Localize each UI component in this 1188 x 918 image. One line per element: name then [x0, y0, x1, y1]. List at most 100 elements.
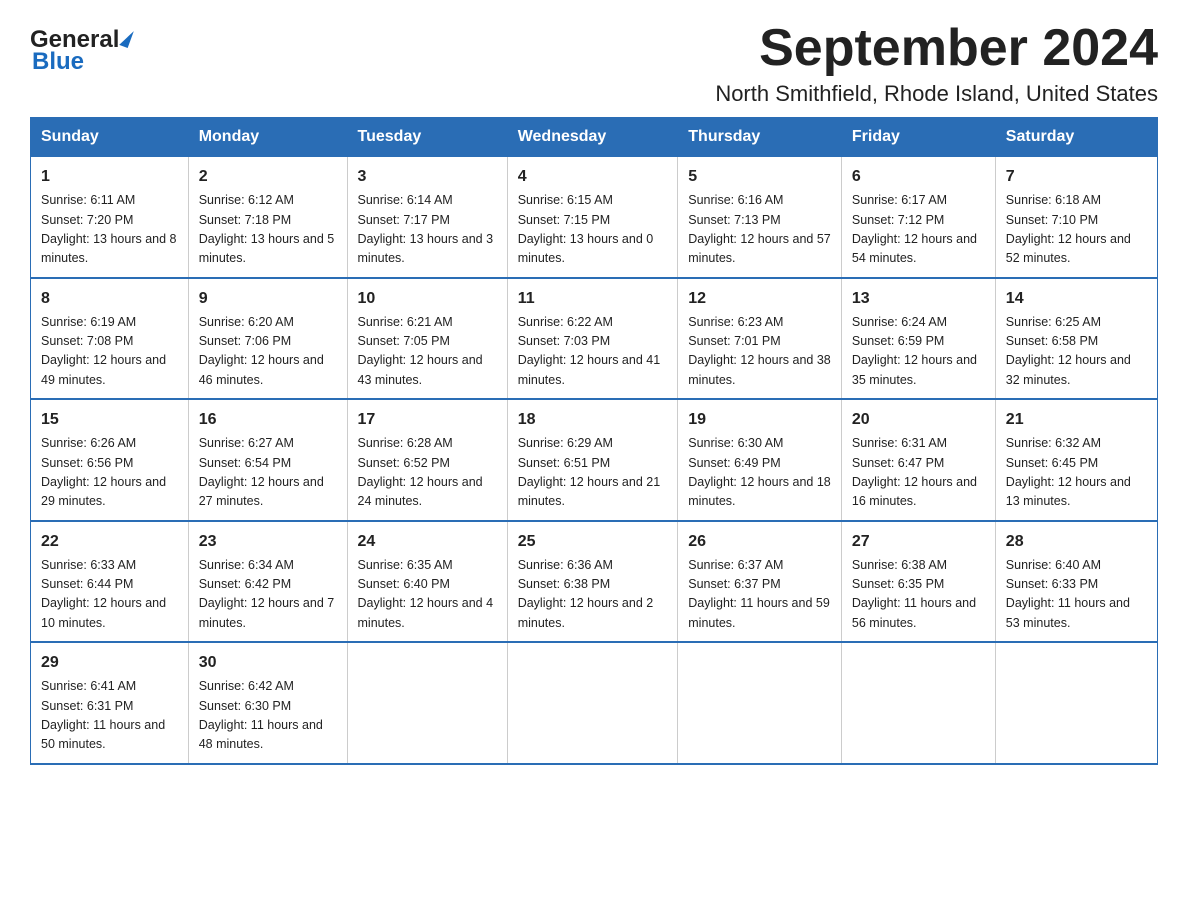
col-saturday: Saturday [995, 118, 1157, 157]
page-header: General Blue September 2024 North Smithf… [30, 20, 1158, 107]
logo: General Blue [30, 28, 131, 74]
logo-blue-text: Blue [32, 50, 131, 74]
table-row [507, 642, 678, 764]
day-number: 20 [852, 408, 985, 432]
day-info: Sunrise: 6:32 AMSunset: 6:45 PMDaylight:… [1006, 434, 1147, 512]
table-row: 26Sunrise: 6:37 AMSunset: 6:37 PMDayligh… [678, 521, 842, 643]
calendar-week-row: 8Sunrise: 6:19 AMSunset: 7:08 PMDaylight… [31, 278, 1158, 400]
day-info: Sunrise: 6:20 AMSunset: 7:06 PMDaylight:… [199, 313, 337, 391]
day-number: 1 [41, 165, 178, 189]
table-row: 14Sunrise: 6:25 AMSunset: 6:58 PMDayligh… [995, 278, 1157, 400]
col-sunday: Sunday [31, 118, 189, 157]
day-info: Sunrise: 6:24 AMSunset: 6:59 PMDaylight:… [852, 313, 985, 391]
day-number: 5 [688, 165, 831, 189]
table-row: 2Sunrise: 6:12 AMSunset: 7:18 PMDaylight… [188, 157, 347, 278]
day-info: Sunrise: 6:26 AMSunset: 6:56 PMDaylight:… [41, 434, 178, 512]
table-row: 25Sunrise: 6:36 AMSunset: 6:38 PMDayligh… [507, 521, 678, 643]
calendar-title: September 2024 [715, 20, 1158, 77]
day-info: Sunrise: 6:27 AMSunset: 6:54 PMDaylight:… [199, 434, 337, 512]
day-info: Sunrise: 6:15 AMSunset: 7:15 PMDaylight:… [518, 191, 668, 269]
day-info: Sunrise: 6:23 AMSunset: 7:01 PMDaylight:… [688, 313, 831, 391]
day-info: Sunrise: 6:34 AMSunset: 6:42 PMDaylight:… [199, 556, 337, 634]
table-row: 23Sunrise: 6:34 AMSunset: 6:42 PMDayligh… [188, 521, 347, 643]
day-info: Sunrise: 6:17 AMSunset: 7:12 PMDaylight:… [852, 191, 985, 269]
day-number: 17 [358, 408, 497, 432]
day-info: Sunrise: 6:30 AMSunset: 6:49 PMDaylight:… [688, 434, 831, 512]
table-row: 21Sunrise: 6:32 AMSunset: 6:45 PMDayligh… [995, 399, 1157, 521]
day-number: 15 [41, 408, 178, 432]
day-info: Sunrise: 6:12 AMSunset: 7:18 PMDaylight:… [199, 191, 337, 269]
day-info: Sunrise: 6:35 AMSunset: 6:40 PMDaylight:… [358, 556, 497, 634]
day-number: 16 [199, 408, 337, 432]
day-info: Sunrise: 6:37 AMSunset: 6:37 PMDaylight:… [688, 556, 831, 634]
day-info: Sunrise: 6:33 AMSunset: 6:44 PMDaylight:… [41, 556, 178, 634]
table-row: 6Sunrise: 6:17 AMSunset: 7:12 PMDaylight… [841, 157, 995, 278]
calendar-week-row: 22Sunrise: 6:33 AMSunset: 6:44 PMDayligh… [31, 521, 1158, 643]
calendar-subtitle: North Smithfield, Rhode Island, United S… [715, 81, 1158, 107]
day-number: 23 [199, 530, 337, 554]
table-row: 9Sunrise: 6:20 AMSunset: 7:06 PMDaylight… [188, 278, 347, 400]
col-monday: Monday [188, 118, 347, 157]
day-number: 3 [358, 165, 497, 189]
day-info: Sunrise: 6:36 AMSunset: 6:38 PMDaylight:… [518, 556, 668, 634]
col-thursday: Thursday [678, 118, 842, 157]
day-number: 7 [1006, 165, 1147, 189]
table-row: 7Sunrise: 6:18 AMSunset: 7:10 PMDaylight… [995, 157, 1157, 278]
day-number: 18 [518, 408, 668, 432]
table-row: 19Sunrise: 6:30 AMSunset: 6:49 PMDayligh… [678, 399, 842, 521]
table-row: 22Sunrise: 6:33 AMSunset: 6:44 PMDayligh… [31, 521, 189, 643]
table-row: 17Sunrise: 6:28 AMSunset: 6:52 PMDayligh… [347, 399, 507, 521]
table-row: 20Sunrise: 6:31 AMSunset: 6:47 PMDayligh… [841, 399, 995, 521]
col-wednesday: Wednesday [507, 118, 678, 157]
table-row: 24Sunrise: 6:35 AMSunset: 6:40 PMDayligh… [347, 521, 507, 643]
day-number: 13 [852, 287, 985, 311]
table-row: 1Sunrise: 6:11 AMSunset: 7:20 PMDaylight… [31, 157, 189, 278]
day-info: Sunrise: 6:28 AMSunset: 6:52 PMDaylight:… [358, 434, 497, 512]
day-number: 10 [358, 287, 497, 311]
table-row: 15Sunrise: 6:26 AMSunset: 6:56 PMDayligh… [31, 399, 189, 521]
day-number: 21 [1006, 408, 1147, 432]
table-row: 29Sunrise: 6:41 AMSunset: 6:31 PMDayligh… [31, 642, 189, 764]
day-info: Sunrise: 6:14 AMSunset: 7:17 PMDaylight:… [358, 191, 497, 269]
table-row: 5Sunrise: 6:16 AMSunset: 7:13 PMDaylight… [678, 157, 842, 278]
day-number: 24 [358, 530, 497, 554]
table-row: 30Sunrise: 6:42 AMSunset: 6:30 PMDayligh… [188, 642, 347, 764]
table-row: 10Sunrise: 6:21 AMSunset: 7:05 PMDayligh… [347, 278, 507, 400]
table-row: 11Sunrise: 6:22 AMSunset: 7:03 PMDayligh… [507, 278, 678, 400]
table-row: 12Sunrise: 6:23 AMSunset: 7:01 PMDayligh… [678, 278, 842, 400]
col-friday: Friday [841, 118, 995, 157]
day-number: 19 [688, 408, 831, 432]
table-row: 27Sunrise: 6:38 AMSunset: 6:35 PMDayligh… [841, 521, 995, 643]
day-number: 22 [41, 530, 178, 554]
day-number: 25 [518, 530, 668, 554]
table-row: 4Sunrise: 6:15 AMSunset: 7:15 PMDaylight… [507, 157, 678, 278]
calendar-table: Sunday Monday Tuesday Wednesday Thursday… [30, 117, 1158, 765]
day-info: Sunrise: 6:31 AMSunset: 6:47 PMDaylight:… [852, 434, 985, 512]
day-number: 28 [1006, 530, 1147, 554]
calendar-header: Sunday Monday Tuesday Wednesday Thursday… [31, 118, 1158, 157]
table-row: 8Sunrise: 6:19 AMSunset: 7:08 PMDaylight… [31, 278, 189, 400]
table-row: 13Sunrise: 6:24 AMSunset: 6:59 PMDayligh… [841, 278, 995, 400]
table-row: 18Sunrise: 6:29 AMSunset: 6:51 PMDayligh… [507, 399, 678, 521]
day-number: 26 [688, 530, 831, 554]
day-number: 14 [1006, 287, 1147, 311]
day-info: Sunrise: 6:40 AMSunset: 6:33 PMDaylight:… [1006, 556, 1147, 634]
title-block: September 2024 North Smithfield, Rhode I… [715, 20, 1158, 107]
day-info: Sunrise: 6:11 AMSunset: 7:20 PMDaylight:… [41, 191, 178, 269]
calendar-week-row: 29Sunrise: 6:41 AMSunset: 6:31 PMDayligh… [31, 642, 1158, 764]
calendar-body: 1Sunrise: 6:11 AMSunset: 7:20 PMDaylight… [31, 157, 1158, 764]
day-number: 2 [199, 165, 337, 189]
day-number: 12 [688, 287, 831, 311]
logo-triangle-icon [120, 28, 135, 48]
day-number: 6 [852, 165, 985, 189]
day-number: 9 [199, 287, 337, 311]
day-info: Sunrise: 6:21 AMSunset: 7:05 PMDaylight:… [358, 313, 497, 391]
day-number: 8 [41, 287, 178, 311]
days-of-week-row: Sunday Monday Tuesday Wednesday Thursday… [31, 118, 1158, 157]
day-info: Sunrise: 6:42 AMSunset: 6:30 PMDaylight:… [199, 677, 337, 755]
day-info: Sunrise: 6:19 AMSunset: 7:08 PMDaylight:… [41, 313, 178, 391]
day-number: 27 [852, 530, 985, 554]
calendar-week-row: 1Sunrise: 6:11 AMSunset: 7:20 PMDaylight… [31, 157, 1158, 278]
day-number: 11 [518, 287, 668, 311]
table-row: 16Sunrise: 6:27 AMSunset: 6:54 PMDayligh… [188, 399, 347, 521]
